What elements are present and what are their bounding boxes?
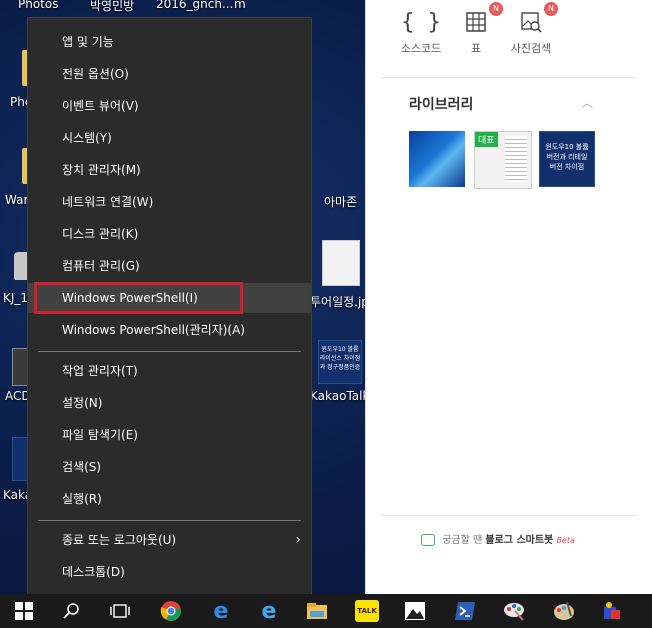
document-lines xyxy=(505,136,527,182)
desktop-label[interactable]: KJ_1 xyxy=(3,291,28,305)
library-thumb-document[interactable]: 대표 xyxy=(474,131,532,189)
desktop-label[interactable]: 박영민방 xyxy=(90,0,134,14)
tool-label: 표 xyxy=(470,42,482,55)
menu-item-powershell[interactable]: Windows PowerShell(I) xyxy=(28,283,311,313)
menu-item-event-viewer[interactable]: 이벤트 뷰어(V) xyxy=(28,91,311,121)
taskbar: e e TALK xyxy=(0,594,652,628)
edge-icon[interactable]: e xyxy=(207,597,235,625)
menu-item-desktop[interactable]: 데스크톱(D) xyxy=(28,557,311,587)
menu-item-file-explorer[interactable]: 파일 탐색기(E) xyxy=(28,420,311,450)
menu-item-search[interactable]: 검색(S) xyxy=(28,452,311,482)
menu-item-powershell-admin[interactable]: Windows PowerShell(관리자)(A) xyxy=(28,315,311,345)
image-file-thumb[interactable]: 윈도우10 볼륨라이선스 차이점과 정구정품인증 xyxy=(318,340,362,384)
image-file-icon[interactable] xyxy=(322,240,360,286)
tool-table[interactable]: N 표 xyxy=(446,2,506,56)
library-thumb-title[interactable]: 윈도우10 볼륨버전과 리테일버전 차이점 xyxy=(539,131,595,187)
winx-context-menu: 앱 및 기능 전원 옵션(O) 이벤트 뷰어(V) 시스템(Y) 장치 관리자(… xyxy=(27,17,312,595)
editor-side-panel: { } 소스코드 N 표 N 사진검색 라이브러리 ︿ 대표 윈도우10 볼륨버… xyxy=(365,0,652,594)
paint-icon[interactable] xyxy=(500,597,528,625)
menu-item-device-manager[interactable]: 장치 관리자(M) xyxy=(28,155,311,185)
menu-item-network-connections[interactable]: 네트워크 연결(W) xyxy=(28,187,311,217)
menu-item-apps-features[interactable]: 앱 및 기능 xyxy=(28,27,311,57)
paint-palette-icon[interactable] xyxy=(550,597,578,625)
smartbot-beta: Beta xyxy=(556,536,575,545)
tool-label: 사진검색 xyxy=(510,42,552,55)
powershell-icon[interactable] xyxy=(451,597,479,625)
robot-icon xyxy=(421,534,435,546)
photos-icon[interactable] xyxy=(401,597,429,625)
chevron-up-icon[interactable]: ︿ xyxy=(581,94,593,111)
braces-icon: { } xyxy=(401,9,441,35)
desktop-label[interactable]: War xyxy=(5,193,28,207)
ie-icon[interactable]: e xyxy=(255,597,283,625)
app-icon[interactable] xyxy=(598,597,626,625)
menu-item-power-options[interactable]: 전원 옵션(O) xyxy=(28,59,311,89)
thumb-tag: 대표 xyxy=(475,132,498,147)
kakaotalk-label: TALK xyxy=(355,600,379,622)
divider xyxy=(381,515,636,516)
menu-separator xyxy=(38,351,301,352)
menu-item-label: 종료 또는 로그아웃(U) xyxy=(62,533,177,547)
menu-item-disk-management[interactable]: 디스크 관리(K) xyxy=(28,219,311,249)
smartbot-prefix: 궁금할 땐 xyxy=(442,535,483,546)
smartbot-title: 블로그 스마트봇 xyxy=(485,535,554,546)
chrome-icon[interactable] xyxy=(157,597,185,625)
tool-label: 소스코드 xyxy=(400,42,442,55)
menu-item-task-manager[interactable]: 작업 관리자(T) xyxy=(28,356,311,386)
menu-item-computer-management[interactable]: 컴퓨터 관리(G) xyxy=(28,251,311,281)
menu-item-run[interactable]: 실행(R) xyxy=(28,484,311,514)
library-thumb-wallpaper[interactable] xyxy=(409,131,465,187)
tool-image-search[interactable]: N 사진검색 xyxy=(501,2,561,56)
chevron-right-icon: › xyxy=(295,532,301,548)
task-view-icon[interactable] xyxy=(106,597,134,625)
file-explorer-icon[interactable] xyxy=(303,597,331,625)
library-title: 라이브러리 xyxy=(409,97,474,113)
desktop-label[interactable]: m xyxy=(234,0,246,11)
desktop-label[interactable]: 아마존 xyxy=(324,193,357,210)
start-icon[interactable] xyxy=(10,597,38,625)
image-file-icon[interactable] xyxy=(12,437,28,481)
new-badge: N xyxy=(544,2,558,16)
tool-source-code[interactable]: { } 소스코드 xyxy=(391,8,451,56)
menu-item-shutdown-signout[interactable]: 종료 또는 로그아웃(U) › xyxy=(28,525,311,555)
kakaotalk-icon[interactable]: TALK xyxy=(353,597,381,625)
search-icon[interactable] xyxy=(58,597,86,625)
desktop-label[interactable]: Photos xyxy=(18,0,58,11)
divider xyxy=(381,77,636,78)
desktop-label[interactable]: 2016_gnch... xyxy=(156,0,233,11)
menu-item-settings[interactable]: 설정(N) xyxy=(28,388,311,418)
smartbot-link[interactable]: 궁금할 땐 블로그 스마트봇 Beta xyxy=(421,531,575,546)
menu-separator xyxy=(38,520,301,521)
menu-item-system[interactable]: 시스템(Y) xyxy=(28,123,311,153)
